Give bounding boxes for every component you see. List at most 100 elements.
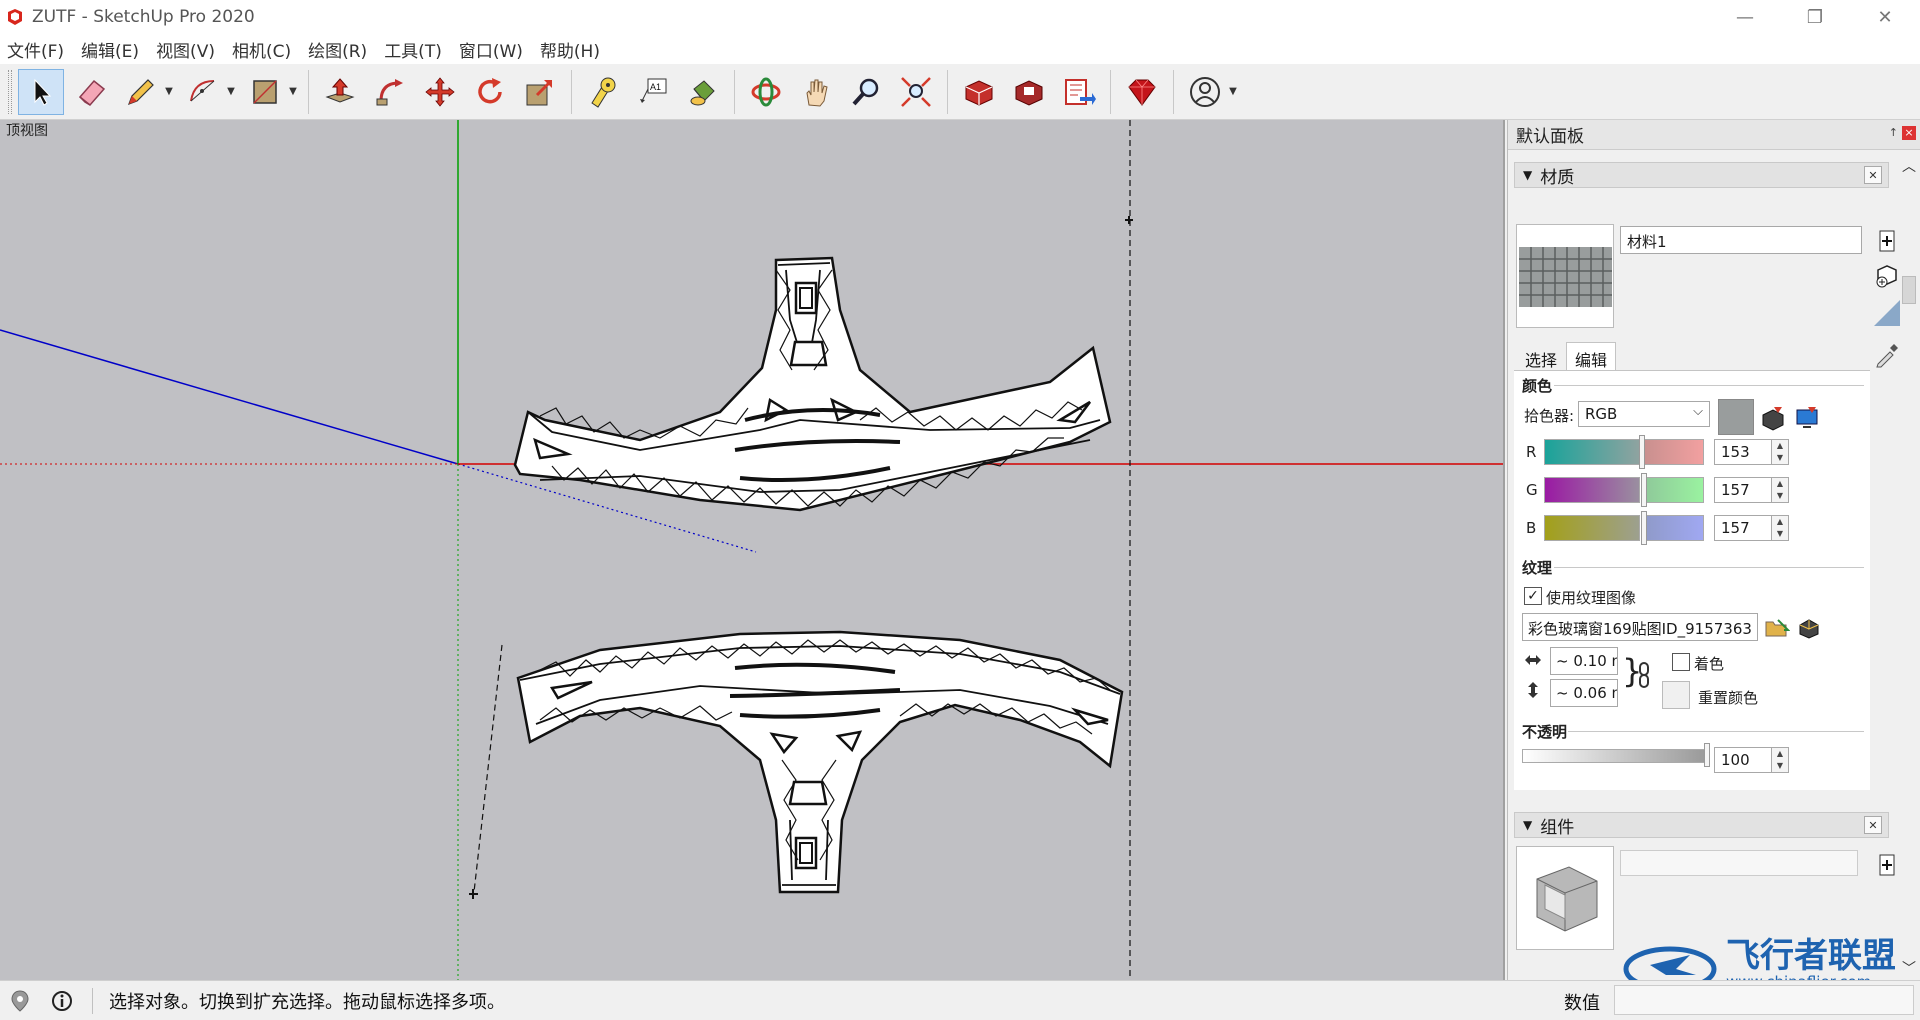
material-preview[interactable] [1516,224,1614,328]
toolbar-grip[interactable] [8,69,12,114]
components-close-button[interactable]: ✕ [1864,816,1882,834]
texture-height-field[interactable]: ~ 0.06 m [1550,679,1618,707]
credits-info-icon[interactable] [50,989,74,1013]
use-texture-checkbox[interactable]: ✓ [1524,587,1542,605]
opacity-slider[interactable] [1522,749,1706,763]
scene-canvas[interactable] [0,120,1505,980]
menu-tools[interactable]: 工具(T) [383,35,443,64]
tab-edit[interactable]: 编辑 [1566,342,1617,370]
menu-camera[interactable]: 相机(C) [231,35,292,64]
display-secondary-pane-icon[interactable] [1872,298,1902,328]
b-slider-handle[interactable] [1641,511,1647,545]
account-button[interactable] [1182,69,1228,115]
g-value-field[interactable]: 157 [1714,477,1772,503]
menu-help[interactable]: 帮助(H) [539,35,601,64]
minimize-button[interactable]: — [1710,0,1780,34]
scroll-thumb[interactable] [1902,276,1916,304]
texture-width-field[interactable]: ~ 0.10 m [1550,647,1618,675]
link-chain-icon[interactable] [1638,661,1650,689]
follow-me-tool-button[interactable] [367,69,413,115]
menu-window[interactable]: 窗口(W) [458,35,524,64]
pencil-dropdown-icon[interactable]: ▼ [162,69,176,115]
arc-tool-button[interactable] [180,69,226,115]
select-tool-button[interactable] [18,68,64,115]
magnifier-icon [852,78,879,105]
r-value-field[interactable]: 153 [1714,439,1772,465]
tray-close-button[interactable]: × [1902,126,1916,140]
browse-folder-icon[interactable] [1762,613,1792,643]
materials-section-header[interactable]: ▼ 材质 ✕ [1514,162,1889,188]
r-slider-right[interactable] [1644,439,1704,465]
component-preview[interactable] [1516,846,1614,950]
r-slider-left[interactable] [1544,439,1640,465]
colorize-checkbox[interactable] [1672,653,1690,671]
3d-warehouse-button[interactable] [956,69,1002,115]
reset-color-label[interactable]: 重置颜色 [1698,687,1758,708]
menu-draw[interactable]: 绘图(R) [307,35,368,64]
measurements-input[interactable] [1614,985,1914,1015]
r-slider-handle[interactable] [1639,435,1645,469]
b-slider-left[interactable] [1544,515,1640,541]
g-spinner[interactable]: ▲ ▼ [1771,477,1789,503]
collapse-triangle-icon[interactable]: ▼ [1523,818,1532,832]
g-slider-handle[interactable] [1641,473,1647,507]
zoom-extents-tool-button[interactable] [893,69,939,115]
edit-texture-icon[interactable] [1794,613,1824,643]
opacity-slider-handle[interactable] [1704,743,1710,767]
tape-measure-tool-button[interactable] [580,69,626,115]
pan-tool-button[interactable] [793,69,839,115]
close-window-button[interactable]: ✕ [1850,0,1920,34]
component-create-icon[interactable] [1872,850,1902,880]
account-dropdown-icon[interactable]: ▼ [1226,69,1240,115]
send-to-layout-button[interactable] [1056,69,1102,115]
r-spinner[interactable]: ▲ ▼ [1771,439,1789,465]
materials-close-button[interactable]: ✕ [1864,166,1882,184]
move-tool-button[interactable] [417,69,463,115]
menu-view[interactable]: 视图(V) [155,35,216,64]
menu-edit[interactable]: 编辑(E) [80,35,140,64]
scale-tool-button[interactable] [517,69,563,115]
components-section-header[interactable]: ▼ 组件 ✕ [1514,812,1889,838]
collapse-triangle-icon[interactable]: ▼ [1523,168,1532,182]
rectangle-tool-button[interactable] [242,69,288,115]
paint-bucket-tool-button[interactable] [680,69,726,115]
color-picker-select[interactable]: RGB ⌵ [1578,401,1710,427]
reset-color-swatch[interactable] [1662,681,1690,709]
opacity-spinner[interactable]: ▲ ▼ [1771,747,1789,773]
rotate-tool-button[interactable] [467,69,513,115]
ruby-console-button[interactable] [1119,69,1165,115]
match-color-on-screen-icon[interactable] [1792,403,1822,433]
b-value-field[interactable]: 157 [1714,515,1772,541]
b-spinner[interactable]: ▲ ▼ [1771,515,1789,541]
eyedropper-icon[interactable] [1872,340,1902,370]
drawing-viewport[interactable]: 顶视图 [0,120,1505,980]
pin-icon[interactable]: ↑ [1889,126,1898,139]
texture-file-field[interactable]: 彩色玻璃窗169贴图ID_9157363 [1522,613,1758,641]
match-color-in-model-icon[interactable] [1758,403,1788,433]
rectangle-dropdown-icon[interactable]: ▼ [286,69,300,115]
extension-warehouse-button[interactable] [1006,69,1052,115]
geo-location-icon[interactable] [8,989,32,1013]
component-name-field[interactable] [1620,850,1858,876]
g-slider-right[interactable] [1644,477,1704,503]
b-slider-right[interactable] [1644,515,1704,541]
g-slider-left[interactable] [1544,477,1640,503]
push-pull-tool-button[interactable] [317,69,363,115]
arc-dropdown-icon[interactable]: ▼ [224,69,238,115]
scroll-down-icon[interactable]: ﹀ [1902,958,1916,978]
zoom-tool-button[interactable] [843,69,889,115]
eraser-tool-button[interactable] [68,69,114,115]
menu-file[interactable]: 文件(F) [6,35,65,64]
add-to-model-icon[interactable] [1872,260,1902,290]
material-name-field[interactable]: 材料1 [1620,226,1862,254]
current-color-swatch[interactable] [1718,399,1754,435]
orbit-tool-button[interactable] [743,69,789,115]
create-material-icon[interactable] [1872,226,1902,256]
tab-select[interactable]: 选择 [1516,342,1566,370]
opacity-value-field[interactable]: 100 [1714,747,1772,773]
sketchup-logo-icon [8,9,22,25]
restore-button[interactable]: ❐ [1780,0,1850,34]
scroll-up-icon[interactable]: ︿ [1902,156,1916,176]
text-tool-button[interactable]: A1 [630,69,676,115]
pencil-tool-button[interactable] [118,69,164,115]
